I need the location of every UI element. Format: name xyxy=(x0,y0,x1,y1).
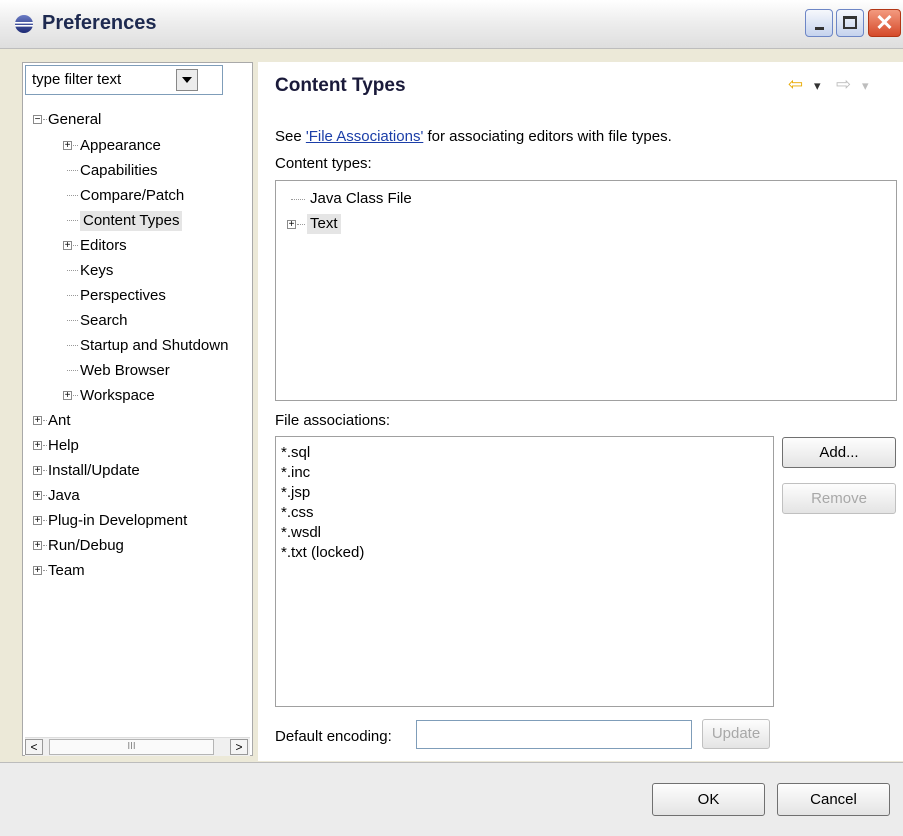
tree-horizontal-scrollbar[interactable]: < III > xyxy=(25,737,250,756)
tree-item-web-browser[interactable]: Web Browser xyxy=(80,361,170,381)
update-button[interactable]: Update xyxy=(702,719,770,749)
tree-item-team[interactable]: Team xyxy=(48,561,85,581)
expand-icon[interactable]: + xyxy=(33,416,42,426)
file-associations-label: File associations: xyxy=(275,412,391,429)
tree-item-general[interactable]: General xyxy=(48,110,101,130)
minimize-icon xyxy=(815,27,824,30)
tree-item-install-update[interactable]: Install/Update xyxy=(48,461,140,481)
tree-item-capabilities[interactable]: Capabilities xyxy=(80,161,158,181)
minimize-button[interactable] xyxy=(805,9,833,37)
file-associations-list[interactable]: *.sql *.inc *.jsp *.css *.wsdl *.txt (lo… xyxy=(275,436,774,707)
tree-item-keys[interactable]: Keys xyxy=(80,261,113,281)
list-item[interactable]: *.txt (locked) xyxy=(281,543,364,563)
content-type-text[interactable]: Text xyxy=(307,214,341,234)
tree-item-startup-shutdown[interactable]: Startup and Shutdown xyxy=(80,336,228,356)
scroll-left-icon[interactable]: < xyxy=(25,739,43,755)
default-encoding-field[interactable] xyxy=(416,720,692,749)
forward-history-dropdown-icon[interactable]: ▾ xyxy=(862,78,869,94)
expand-icon[interactable]: + xyxy=(63,241,72,251)
tree-item-help[interactable]: Help xyxy=(48,436,79,456)
intro-prefix: See xyxy=(275,128,306,145)
expand-icon[interactable]: + xyxy=(33,441,42,451)
scroll-thumb[interactable]: III xyxy=(49,739,214,755)
page-title: Content Types xyxy=(275,75,406,96)
default-encoding-label: Default encoding: xyxy=(275,728,392,745)
eclipse-icon xyxy=(15,15,33,33)
expand-icon[interactable]: + xyxy=(33,566,42,576)
tree-item-content-types[interactable]: Content Types xyxy=(80,211,183,231)
tree-item-run-debug[interactable]: Run/Debug xyxy=(48,536,124,556)
tree-item-editors[interactable]: Editors xyxy=(80,236,127,256)
expand-icon[interactable]: + xyxy=(63,141,72,151)
list-item[interactable]: *.inc xyxy=(281,463,310,483)
page-header: Content Types ⇦ ▾ ⇨ ▾ xyxy=(258,62,903,106)
expand-icon[interactable]: + xyxy=(287,220,296,230)
add-button[interactable]: Add... xyxy=(782,437,896,468)
intro-text: See 'File Associations' for associating … xyxy=(275,128,672,145)
content-types-label: Content types: xyxy=(275,155,372,172)
list-item[interactable]: *.css xyxy=(281,503,314,523)
back-history-dropdown-icon[interactable]: ▾ xyxy=(814,78,821,94)
title-bar[interactable]: Preferences ✕ xyxy=(0,0,903,49)
list-item[interactable]: *.wsdl xyxy=(281,523,321,543)
file-associations-link[interactable]: 'File Associations' xyxy=(306,128,423,145)
tree-item-ant[interactable]: Ant xyxy=(48,411,71,431)
filter-input[interactable]: type filter text xyxy=(32,71,121,88)
filter-dropdown-button[interactable] xyxy=(176,69,198,91)
filter-combo[interactable]: type filter text xyxy=(25,65,223,95)
chevron-down-icon xyxy=(182,77,192,83)
ok-button[interactable]: OK xyxy=(652,783,765,816)
tree-item-compare-patch[interactable]: Compare/Patch xyxy=(80,186,184,206)
tree-item-java[interactable]: Java xyxy=(48,486,80,506)
tree-item-search[interactable]: Search xyxy=(80,311,128,331)
collapse-icon[interactable]: − xyxy=(33,115,42,125)
maximize-button[interactable] xyxy=(836,9,864,37)
intro-suffix: for associating editors with file types. xyxy=(423,128,672,145)
content-types-tree[interactable]: Java Class File + Text xyxy=(275,180,897,401)
content-type-java-class-file[interactable]: Java Class File xyxy=(310,189,412,209)
content-types-page: See 'File Associations' for associating … xyxy=(258,106,903,761)
tree-item-workspace[interactable]: Workspace xyxy=(80,386,155,406)
list-item[interactable]: *.jsp xyxy=(281,483,310,503)
scroll-right-icon[interactable]: > xyxy=(230,739,248,755)
remove-button[interactable]: Remove xyxy=(782,483,896,514)
preference-tree-pane: type filter text − General + Appearance … xyxy=(22,62,253,756)
maximize-icon xyxy=(843,16,857,29)
back-arrow-icon[interactable]: ⇦ xyxy=(788,74,803,95)
window-title: Preferences xyxy=(42,12,157,34)
dialog-button-bar: OK Cancel xyxy=(0,762,903,836)
preferences-window: Preferences ✕ type filter text − General… xyxy=(0,0,903,836)
expand-icon[interactable]: + xyxy=(33,491,42,501)
cancel-button[interactable]: Cancel xyxy=(777,783,890,816)
forward-arrow-icon[interactable]: ⇨ xyxy=(836,74,851,95)
close-icon: ✕ xyxy=(875,10,894,35)
list-item[interactable]: *.sql xyxy=(281,443,310,463)
expand-icon[interactable]: + xyxy=(33,466,42,476)
tree-item-plugin-development[interactable]: Plug-in Development xyxy=(48,511,187,531)
tree-item-appearance[interactable]: Appearance xyxy=(80,136,161,156)
expand-icon[interactable]: + xyxy=(33,516,42,526)
tree-item-perspectives[interactable]: Perspectives xyxy=(80,286,166,306)
expand-icon[interactable]: + xyxy=(63,391,72,401)
close-button[interactable]: ✕ xyxy=(868,9,901,37)
preference-tree: − General + Appearance Capabilities Comp… xyxy=(23,101,252,736)
expand-icon[interactable]: + xyxy=(33,541,42,551)
